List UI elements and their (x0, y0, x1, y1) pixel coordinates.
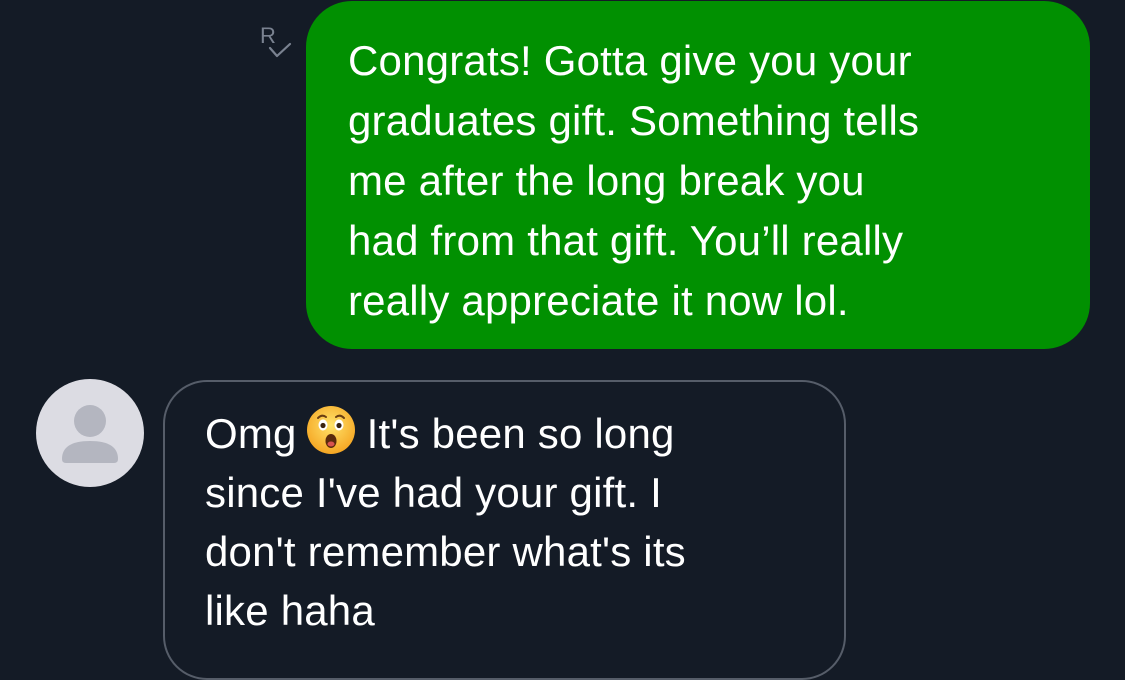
outgoing-message-line: really appreciate it now lol. (348, 277, 849, 324)
astonished-face-emoji-icon (306, 406, 355, 454)
checkmark-icon (268, 42, 292, 58)
outgoing-message-text: Congrats! Gotta give you your graduates … (348, 31, 1070, 331)
outgoing-message-line: had from that gift. You’ll really (348, 217, 904, 264)
incoming-message-word: It's been so long (366, 410, 675, 457)
incoming-message-bubble[interactable]: Omg It's been so long since I've had you… (163, 380, 846, 680)
incoming-message-word: Omg (205, 410, 297, 457)
outgoing-message-line: graduates gift. Something tells (348, 97, 920, 144)
incoming-message-text: Omg It's been so long since I've had you… (205, 404, 824, 640)
person-silhouette-icon (62, 405, 118, 463)
incoming-message-line: Omg It's been so long (205, 404, 824, 463)
avatar[interactable] (36, 379, 144, 487)
incoming-message-line: don't remember what's its (205, 528, 686, 575)
outgoing-message-bubble[interactable]: Congrats! Gotta give you your graduates … (306, 1, 1090, 349)
incoming-message-line: since I've had your gift. I (205, 469, 662, 516)
read-receipt-indicator: R (258, 24, 298, 68)
outgoing-message-line: Congrats! Gotta give you your (348, 37, 912, 84)
conversation-thread: R Congrats! Gotta give you your graduate… (0, 0, 1125, 680)
incoming-message-line: like haha (205, 587, 375, 634)
outgoing-message-line: me after the long break you (348, 157, 865, 204)
